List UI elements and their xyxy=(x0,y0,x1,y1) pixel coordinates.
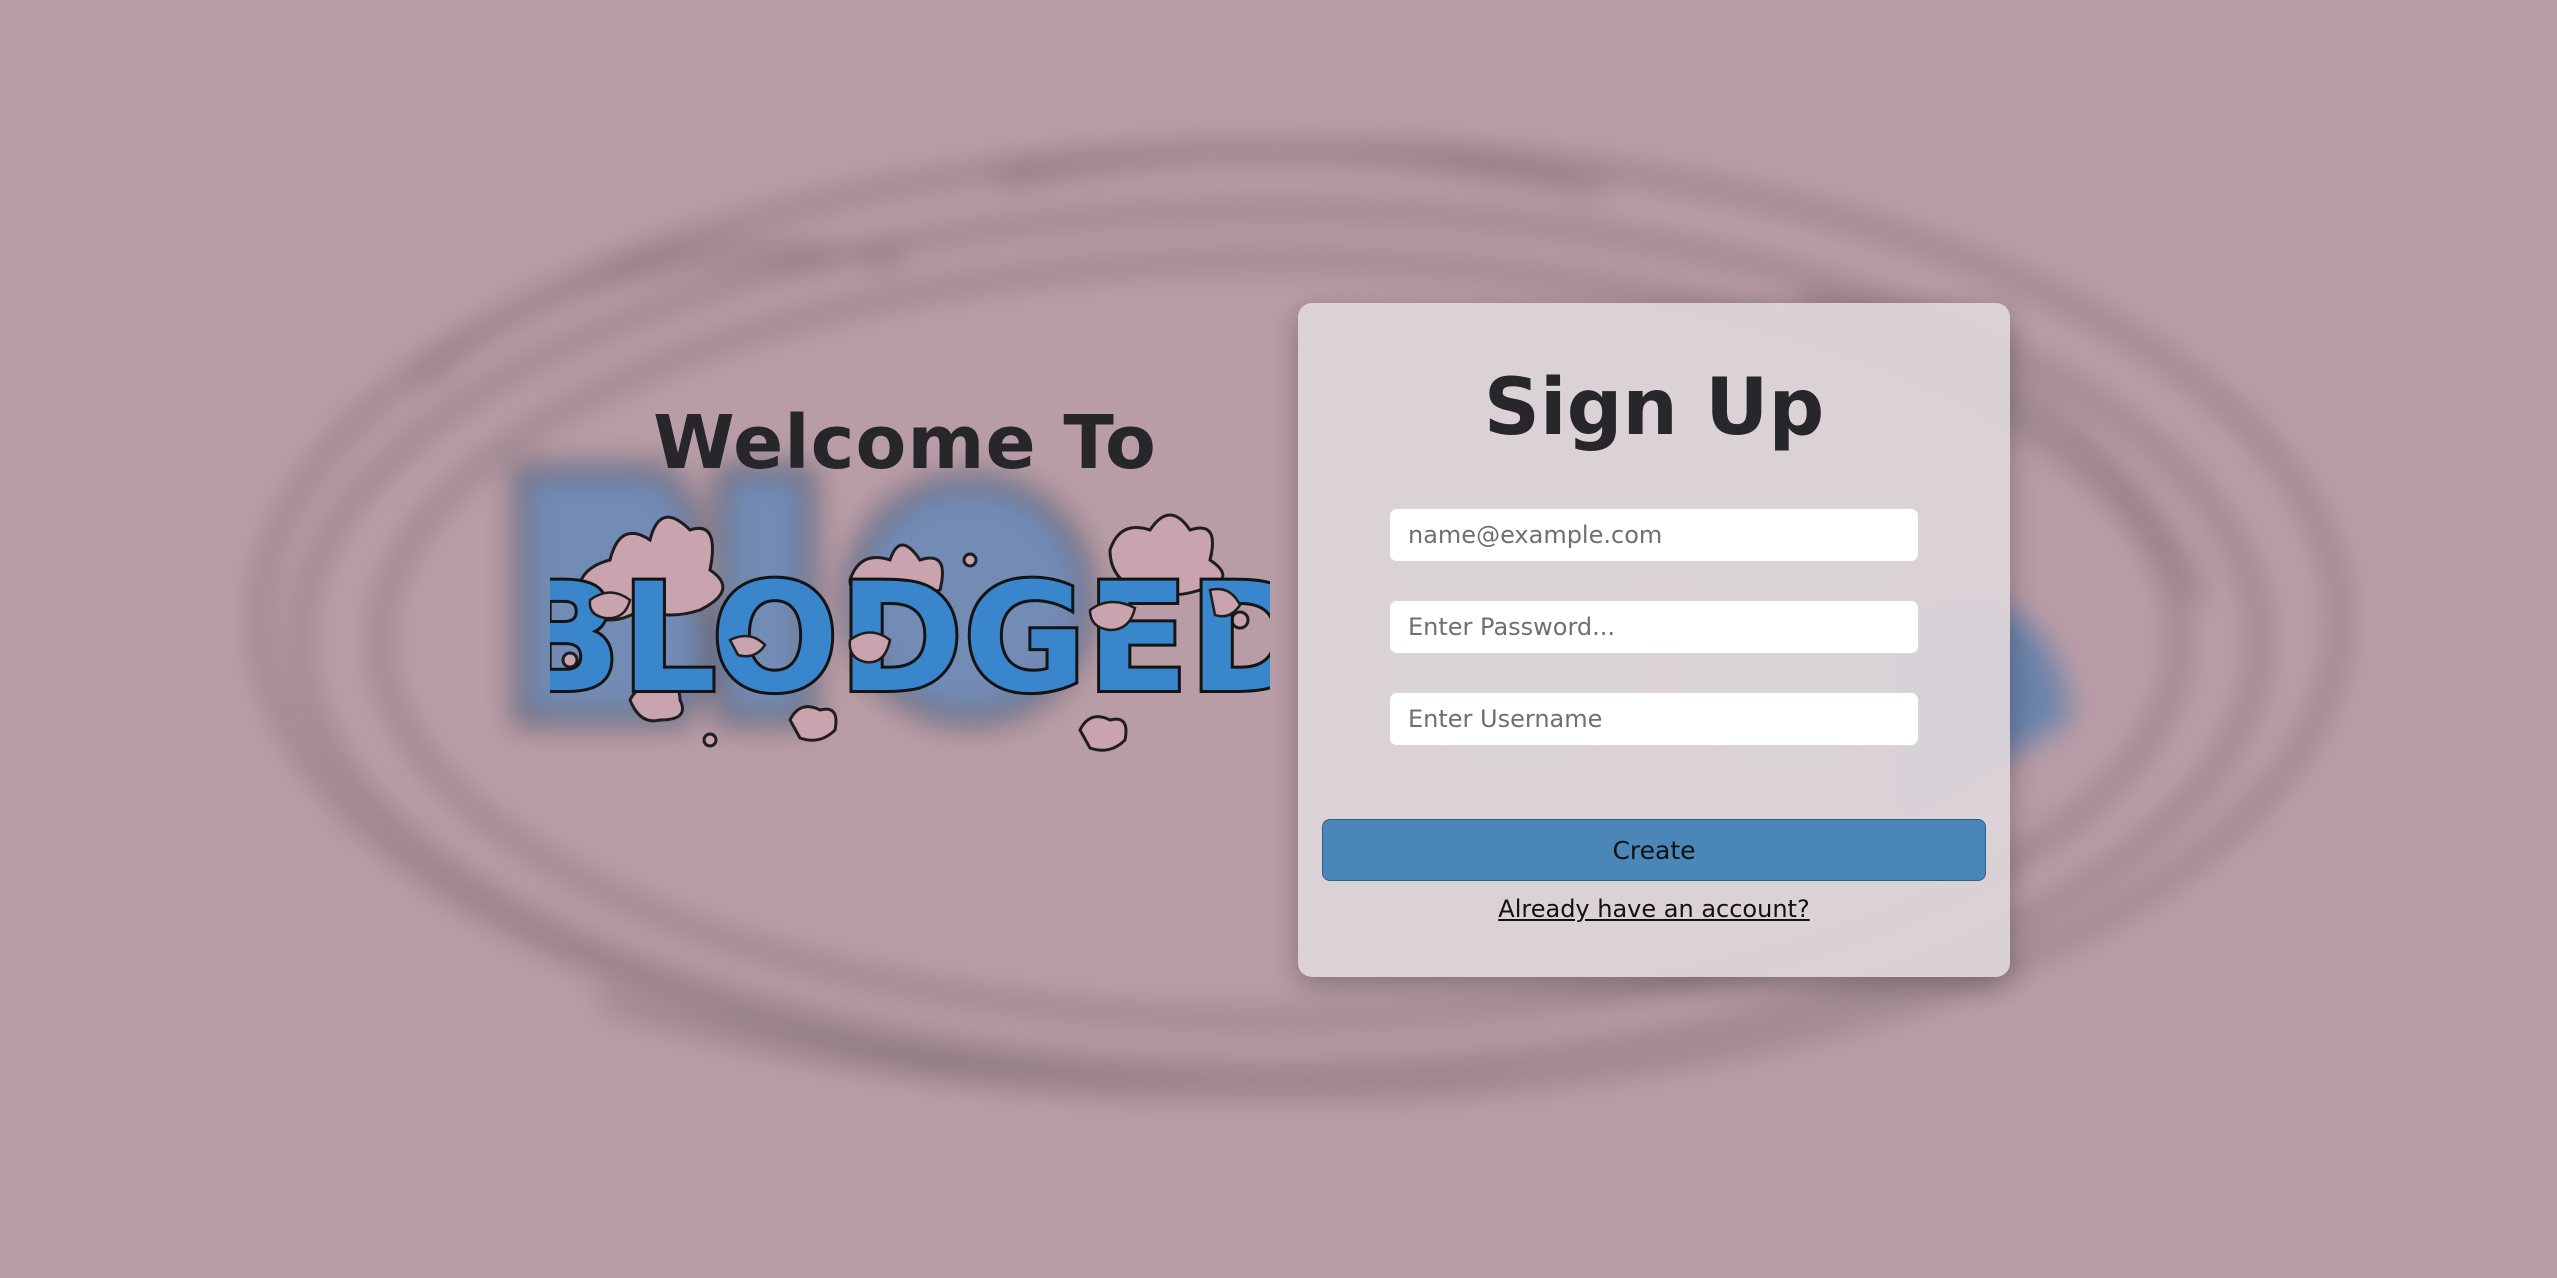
background-art xyxy=(255,145,2345,1095)
signup-card: Sign Up Create Already have an account? xyxy=(1298,303,2010,977)
signup-title: Sign Up xyxy=(1483,363,1825,453)
blodged-logo: BLODGED xyxy=(550,513,1270,752)
welcome-title: Welcome To xyxy=(653,400,1157,486)
welcome-section: Welcome To BLODGED xyxy=(540,400,1270,780)
login-link[interactable]: Already have an account? xyxy=(1298,895,2010,923)
email-input[interactable] xyxy=(1389,508,1919,562)
create-button[interactable]: Create xyxy=(1322,819,1986,881)
logo-text: BLODGED xyxy=(550,552,1270,726)
password-input[interactable] xyxy=(1389,600,1919,654)
username-input[interactable] xyxy=(1389,692,1919,746)
